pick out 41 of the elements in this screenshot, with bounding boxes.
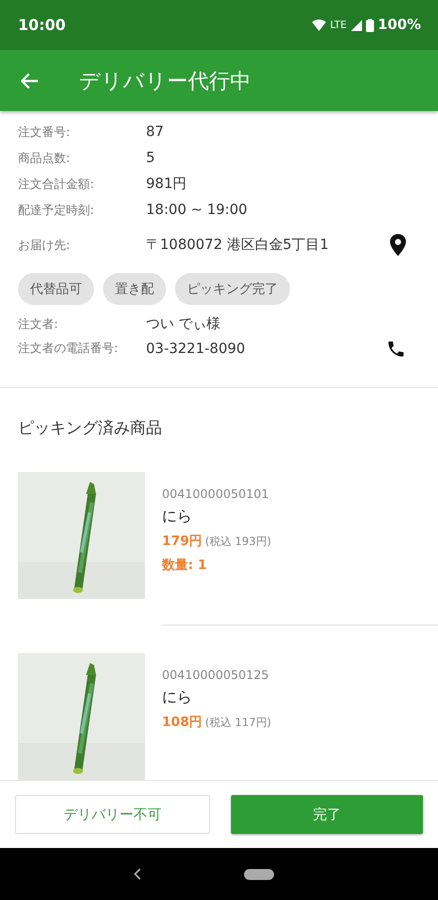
field-value: 〒1080072 港区白金5丁目1: [146, 236, 330, 254]
product-price: 108円: [162, 714, 202, 731]
battery-icon: [366, 18, 374, 32]
field-label: 注文者の電話番号:: [18, 340, 120, 358]
field-value: 5: [146, 150, 156, 166]
field-value: つい でぃ様: [146, 315, 222, 334]
back-icon[interactable]: [21, 72, 39, 88]
tag-chip: ピッキング完了: [175, 273, 290, 306]
field-value: 981円: [146, 175, 188, 193]
delivery-impossible-button[interactable]: デリバリー不可: [15, 795, 210, 834]
home-handle[interactable]: [244, 868, 274, 880]
field-label: お届け先:: [18, 236, 72, 254]
tax-included-price: (税込 193円): [205, 534, 272, 549]
tag-chip: 置き配: [103, 273, 166, 306]
tax-included-price: (税込 117円): [205, 715, 272, 730]
back-nav-icon[interactable]: [134, 868, 142, 880]
product-code: 00410000050125: [162, 668, 270, 682]
product-price: 179円: [162, 533, 202, 550]
screen-title: デリバリー代行中: [79, 68, 251, 94]
field-value: 18:00 ~ 19:00: [146, 202, 248, 218]
phone-icon[interactable]: [386, 338, 406, 359]
complete-button[interactable]: 完了: [230, 795, 423, 834]
field-value: 03-3221-8090: [146, 340, 246, 357]
product-name: にら: [162, 688, 193, 707]
battery-level: 100%: [378, 17, 421, 33]
product-code: 00410000050101: [162, 487, 270, 501]
field-value: 87: [146, 124, 165, 140]
map-pin-icon[interactable]: [390, 234, 406, 256]
field-label: 注文番号:: [18, 124, 72, 140]
field-label: 注文者:: [18, 316, 60, 333]
product-name: にら: [162, 507, 193, 526]
field-label: 注文合計金額:: [18, 176, 96, 192]
section-title: ピッキング済み商品: [17, 417, 163, 439]
tag-chip: 代替品可: [18, 273, 94, 306]
network-type: LTE: [330, 20, 347, 30]
product-quantity: 数量: 1: [162, 557, 208, 574]
field-label: 配達予定時刻:: [18, 202, 96, 218]
wifi-icon: [312, 19, 326, 31]
signal-icon: [350, 20, 362, 30]
status-time: 10:00: [18, 16, 66, 34]
field-label: 商品点数:: [18, 150, 72, 166]
